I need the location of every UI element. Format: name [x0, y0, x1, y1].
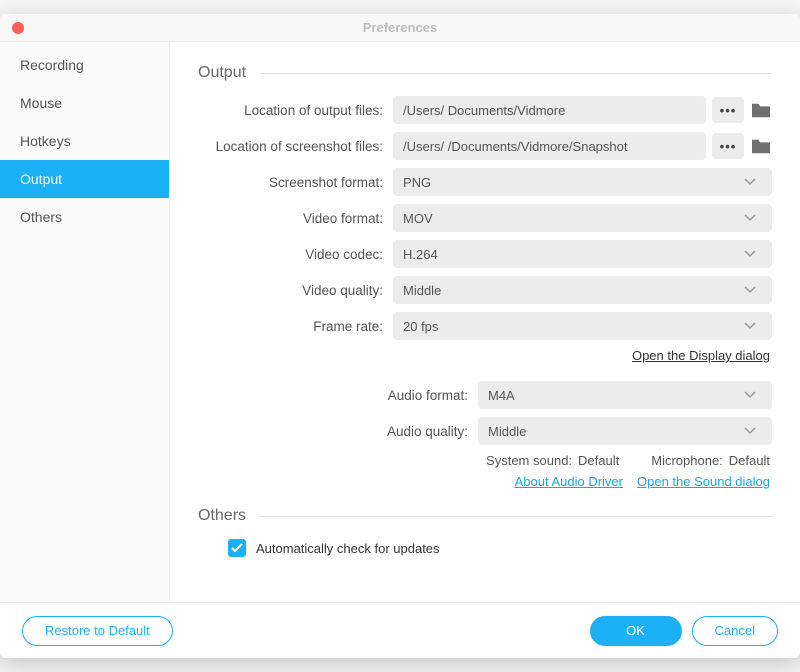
- section-output-label: Output: [198, 64, 246, 82]
- chevron-down-icon: [744, 427, 762, 435]
- chevron-down-icon: [744, 322, 762, 330]
- chevron-down-icon: [744, 178, 762, 186]
- audio-format-select[interactable]: M4A: [478, 381, 772, 409]
- audio-quality-select[interactable]: Middle: [478, 417, 772, 445]
- video-codec-select[interactable]: H.264: [393, 240, 772, 268]
- section-others-label: Others: [198, 507, 246, 525]
- system-sound-value: Default: [578, 453, 619, 468]
- video-codec-value: H.264: [403, 247, 438, 262]
- label-screenshot-format: Screenshot format:: [198, 175, 393, 190]
- label-frame-rate: Frame rate:: [198, 319, 393, 334]
- chevron-down-icon: [744, 286, 762, 294]
- sidebar: Recording Mouse Hotkeys Output Others: [0, 42, 170, 602]
- restore-default-button[interactable]: Restore to Default: [22, 616, 173, 646]
- audio-quality-value: Middle: [488, 424, 526, 439]
- frame-rate-select[interactable]: 20 fps: [393, 312, 772, 340]
- system-sound-label: System sound:: [486, 453, 572, 468]
- label-video-codec: Video codec:: [198, 247, 393, 262]
- chevron-down-icon: [744, 391, 762, 399]
- sidebar-item-output[interactable]: Output: [0, 160, 169, 198]
- microphone-value: Default: [729, 453, 770, 468]
- footer: Restore to Default OK Cancel: [0, 602, 800, 658]
- sidebar-item-others[interactable]: Others: [0, 198, 169, 236]
- video-format-value: MOV: [403, 211, 433, 226]
- label-audio-format: Audio format:: [198, 388, 478, 403]
- auto-update-checkbox[interactable]: [228, 539, 246, 557]
- audio-format-value: M4A: [488, 388, 515, 403]
- section-output-title: Output: [198, 64, 772, 82]
- browse-output-button[interactable]: •••: [712, 97, 744, 123]
- about-audio-driver-link[interactable]: About Audio Driver: [515, 474, 623, 489]
- label-output-location: Location of output files:: [198, 103, 393, 118]
- window-title: Preferences: [363, 20, 437, 35]
- open-display-dialog-link[interactable]: Open the Display dialog: [632, 348, 770, 363]
- close-icon[interactable]: [12, 22, 24, 34]
- divider: [260, 516, 772, 517]
- video-quality-select[interactable]: Middle: [393, 276, 772, 304]
- screenshot-location-field[interactable]: /Users/ /Documents/Vidmore/Snapshot: [393, 132, 706, 160]
- preferences-window: Preferences Recording Mouse Hotkeys Outp…: [0, 14, 800, 658]
- open-screenshot-folder-icon[interactable]: [750, 137, 772, 155]
- video-format-select[interactable]: MOV: [393, 204, 772, 232]
- cancel-button[interactable]: Cancel: [692, 616, 778, 646]
- open-output-folder-icon[interactable]: [750, 101, 772, 119]
- label-screenshot-location: Location of screenshot files:: [198, 139, 393, 154]
- label-video-format: Video format:: [198, 211, 393, 226]
- frame-rate-value: 20 fps: [403, 319, 438, 334]
- main-panel: Output Location of output files: /Users/…: [170, 42, 800, 602]
- section-others-title: Others: [198, 507, 772, 525]
- open-sound-dialog-link[interactable]: Open the Sound dialog: [637, 474, 770, 489]
- screenshot-format-select[interactable]: PNG: [393, 168, 772, 196]
- microphone-label: Microphone:: [651, 453, 723, 468]
- auto-update-label: Automatically check for updates: [256, 541, 440, 556]
- sidebar-item-mouse[interactable]: Mouse: [0, 84, 169, 122]
- screenshot-format-value: PNG: [403, 175, 431, 190]
- ok-button[interactable]: OK: [590, 616, 682, 646]
- sidebar-item-hotkeys[interactable]: Hotkeys: [0, 122, 169, 160]
- chevron-down-icon: [744, 214, 762, 222]
- browse-screenshot-button[interactable]: •••: [712, 133, 744, 159]
- label-audio-quality: Audio quality:: [198, 424, 478, 439]
- output-location-field[interactable]: /Users/ Documents/Vidmore: [393, 96, 706, 124]
- label-video-quality: Video quality:: [198, 283, 393, 298]
- divider: [260, 73, 772, 74]
- chevron-down-icon: [744, 250, 762, 258]
- video-quality-value: Middle: [403, 283, 441, 298]
- sidebar-item-recording[interactable]: Recording: [0, 46, 169, 84]
- titlebar: Preferences: [0, 14, 800, 42]
